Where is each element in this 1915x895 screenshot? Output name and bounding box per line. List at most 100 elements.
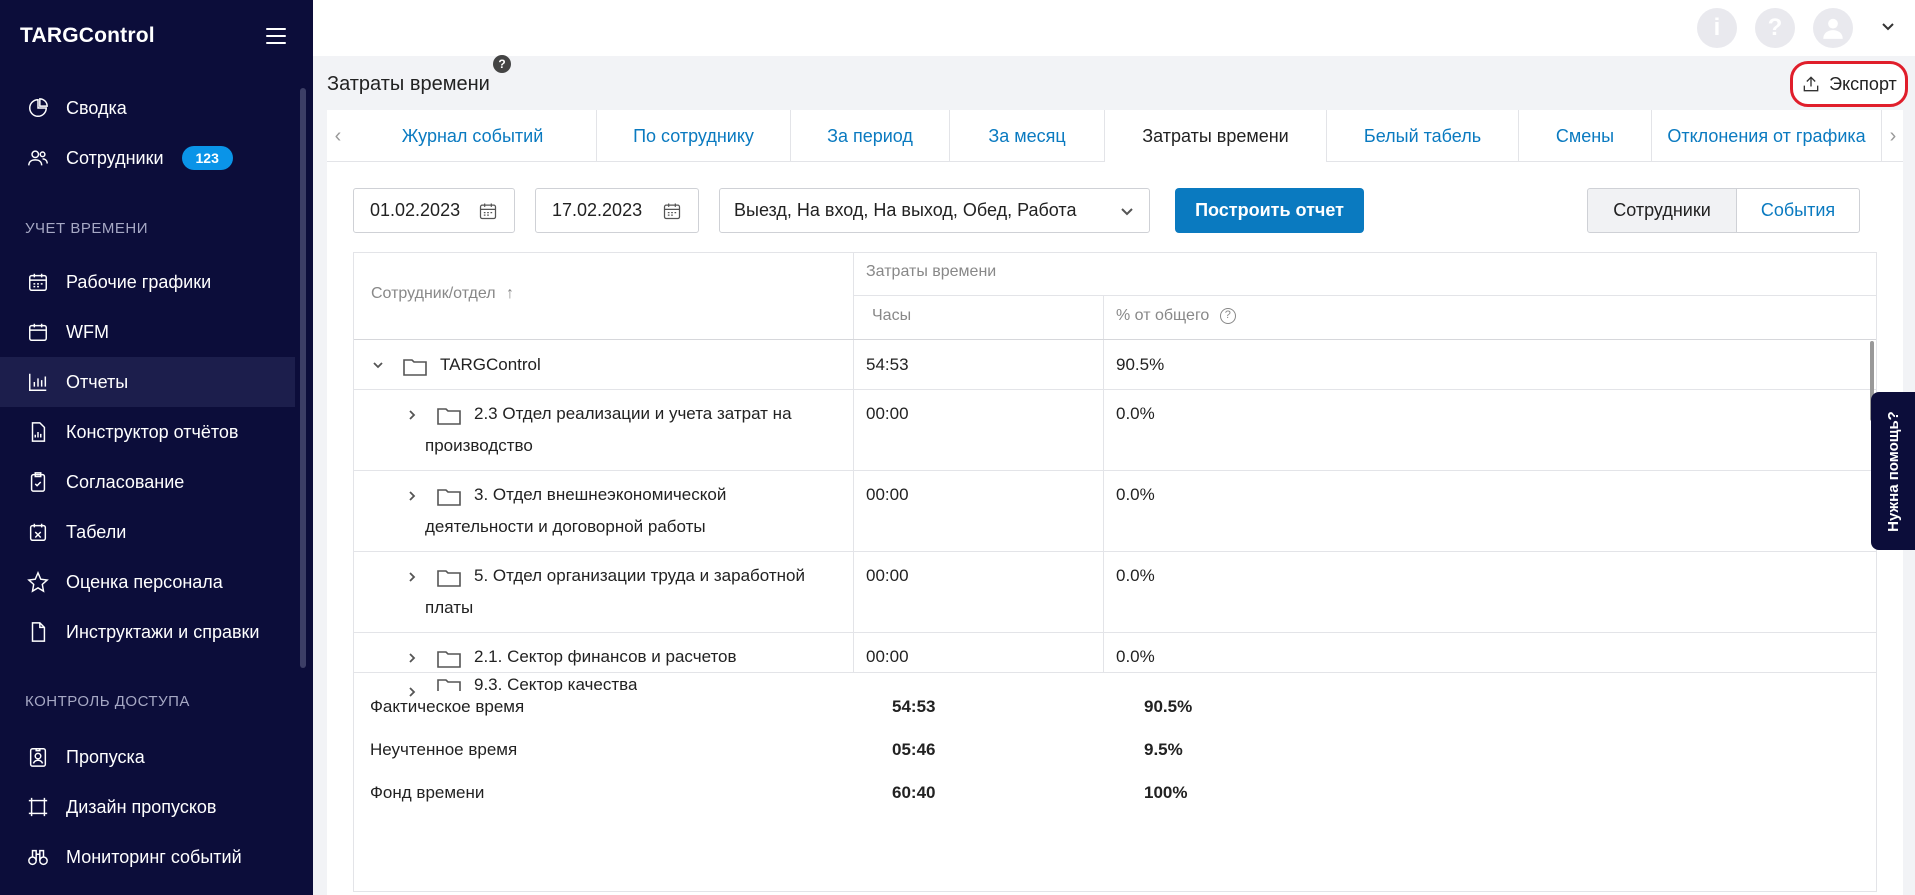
calendar-icon[interactable]	[662, 201, 682, 221]
row-name: 3. Отдел внешнеэкономической	[436, 479, 726, 511]
row-hours: 00:00	[866, 485, 909, 504]
row-percent: 0.0%	[1116, 485, 1155, 504]
table-row[interactable]: 2.3 Отдел реализации и учета затрат на п…	[354, 390, 1876, 471]
table-row[interactable]: TARGControl 54:53 90.5%	[354, 340, 1876, 390]
chevron-right-icon[interactable]	[406, 651, 418, 663]
tab-for-period[interactable]: За период	[791, 110, 950, 162]
sidebar-scrollbar[interactable]	[300, 88, 306, 668]
calendar-icon[interactable]	[478, 201, 498, 221]
summary-hours: 05:46	[892, 740, 936, 759]
row-name: TARGControl	[402, 349, 541, 381]
user-avatar-icon[interactable]	[1813, 8, 1853, 48]
chevron-down-icon[interactable]	[372, 358, 384, 370]
document-icon	[26, 620, 50, 644]
folder-icon	[436, 567, 462, 587]
row-hours: 54:53	[866, 355, 909, 374]
star-icon	[26, 570, 50, 594]
sidebar-item-label: WFM	[66, 321, 109, 342]
tab-time-costs[interactable]: Затраты времени	[1105, 110, 1327, 162]
row-percent: 0.0%	[1116, 647, 1155, 666]
tab-white-timesheet[interactable]: Белый табель	[1327, 110, 1519, 162]
event-types-select[interactable]: Выезд, На вход, На выход, Обед, Работа	[719, 188, 1150, 233]
user-menu-chevron-icon[interactable]	[1879, 17, 1897, 35]
sidebar-item-label: Инструктажи и справки	[66, 621, 260, 642]
table-row[interactable]: 5. Отдел организации труда и заработной …	[354, 552, 1876, 633]
employees-count-badge: 123	[181, 146, 233, 170]
help-side-tab[interactable]: Нужна помощь?	[1871, 392, 1915, 550]
sidebar-item-label: Рабочие графики	[66, 271, 212, 292]
report-card: ‹ Журнал событий По сотруднику За период…	[327, 110, 1903, 895]
view-employees-toggle[interactable]: Сотрудники	[1587, 188, 1737, 233]
summary-percent: 100%	[1144, 783, 1188, 802]
date-to-input[interactable]: 17.02.2023	[535, 188, 699, 233]
sidebar-item-summary[interactable]: Сводка	[0, 83, 295, 133]
sidebar-item-briefings[interactable]: Инструктажи и справки	[0, 607, 295, 657]
date-from-input[interactable]: 01.02.2023	[353, 188, 515, 233]
sidebar-item-label: Оценка персонала	[66, 571, 223, 592]
sidebar-item-timesheets[interactable]: Табели	[0, 507, 295, 557]
sidebar: TARGControl Сводка Сотрудники 123 УЧЕТ В…	[0, 0, 313, 895]
percent-help-icon[interactable]: ?	[1219, 307, 1236, 324]
col-header-percent: % от общего ?	[1116, 307, 1236, 325]
sidebar-item-evaluation[interactable]: Оценка персонала	[0, 557, 295, 607]
sidebar-item-wfm[interactable]: WFM	[0, 307, 295, 357]
summary-hours: 60:40	[892, 783, 936, 802]
tab-for-month[interactable]: За месяц	[950, 110, 1105, 162]
info-icon[interactable]: i	[1697, 8, 1737, 48]
upload-icon	[1803, 76, 1819, 92]
page-help-icon[interactable]: ?	[493, 55, 511, 73]
tab-shifts[interactable]: Смены	[1519, 110, 1652, 162]
chevron-right-icon[interactable]	[406, 570, 418, 582]
tabs-scroll-left-icon[interactable]: ‹	[327, 110, 349, 162]
table-row-partial[interactable]: 9.3. Сектор качества	[354, 673, 1876, 723]
col-header-employee[interactable]: Сотрудник/отдел ↑	[371, 285, 514, 303]
time-costs-table: Сотрудник/отдел ↑ Затраты времени Часы %…	[353, 252, 1877, 892]
summary-percent: 9.5%	[1144, 740, 1183, 759]
sidebar-item-employees[interactable]: Сотрудники 123	[0, 133, 295, 183]
tab-by-employee[interactable]: По сотруднику	[597, 110, 791, 162]
binoculars-icon	[26, 845, 50, 869]
calendar-blank-icon	[26, 320, 50, 344]
chevron-right-icon[interactable]	[406, 489, 418, 501]
sidebar-item-approval[interactable]: Согласование	[0, 457, 295, 507]
folder-icon	[436, 676, 462, 691]
sidebar-item-label: Согласование	[66, 471, 185, 492]
date-to-value: 17.02.2023	[552, 200, 643, 220]
report-tabs: ‹ Журнал событий По сотруднику За период…	[327, 110, 1903, 162]
menu-toggle-icon[interactable]	[266, 28, 286, 46]
sidebar-item-monitoring[interactable]: Мониторинг событий	[0, 832, 295, 882]
summary-label: Фактическое время	[370, 697, 525, 716]
folder-icon	[436, 486, 462, 506]
tabs-scroll-right-icon[interactable]: ›	[1882, 110, 1904, 162]
folder-icon	[436, 405, 462, 425]
chevron-right-icon[interactable]	[406, 685, 418, 697]
row-percent: 0.0%	[1116, 566, 1155, 585]
row-name-continued: платы	[425, 598, 474, 617]
export-label: Экспорт	[1829, 73, 1897, 94]
sidebar-item-report-builder[interactable]: Конструктор отчётов	[0, 407, 295, 457]
users-icon	[26, 146, 50, 170]
calendar-icon	[26, 270, 50, 294]
help-icon[interactable]: ?	[1755, 8, 1795, 48]
tab-schedule-deviations[interactable]: Отклонения от графика	[1652, 110, 1882, 162]
row-percent: 90.5%	[1116, 355, 1165, 374]
sidebar-item-label: Дизайн пропусков	[66, 796, 217, 817]
row-name-text: 9.3. Сектор качества	[474, 675, 638, 691]
pie-chart-icon	[26, 96, 50, 120]
summary-label: Неучтенное время	[370, 740, 518, 759]
sidebar-item-pass-design[interactable]: Дизайн пропусков	[0, 782, 295, 832]
tab-event-log[interactable]: Журнал событий	[349, 110, 597, 162]
sidebar-item-schedules[interactable]: Рабочие графики	[0, 257, 295, 307]
build-report-button[interactable]: Построить отчет	[1175, 188, 1364, 233]
sidebar-item-reports[interactable]: Отчеты	[0, 357, 295, 407]
export-button[interactable]: Экспорт	[1790, 61, 1908, 107]
table-row[interactable]: 3. Отдел внешнеэкономической деятельност…	[354, 471, 1876, 552]
row-name-continued: производство	[425, 436, 533, 455]
row-name-text: 2.1. Сектор финансов и расчетов	[474, 647, 737, 666]
sort-asc-icon[interactable]: ↑	[506, 285, 514, 302]
view-events-toggle[interactable]: События	[1736, 188, 1860, 233]
sidebar-item-passes[interactable]: Пропуска	[0, 732, 295, 782]
row-hours: 00:00	[866, 566, 909, 585]
row-percent: 0.0%	[1116, 404, 1155, 423]
chevron-right-icon[interactable]	[406, 408, 418, 420]
